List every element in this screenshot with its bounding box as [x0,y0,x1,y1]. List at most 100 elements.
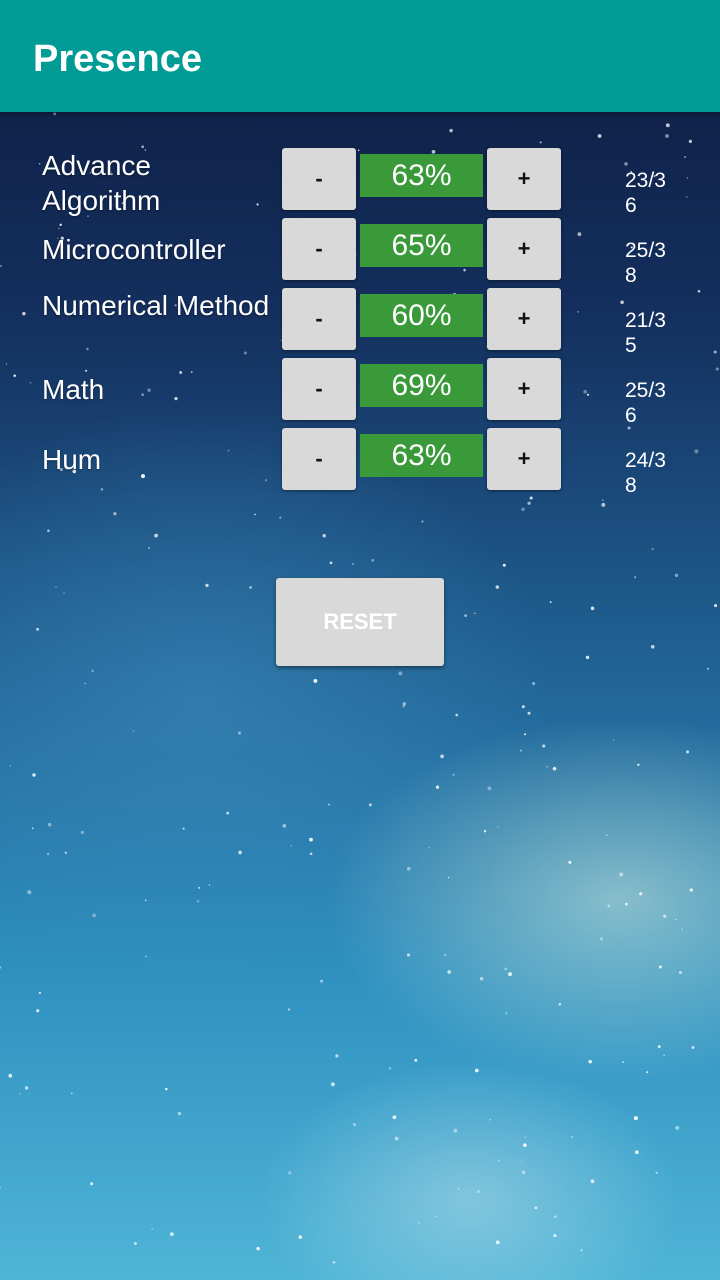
increment-button[interactable]: + [487,288,561,350]
subject-row-numerical-method: Numerical Method - 60% + 21/35 [0,288,720,357]
star [706,667,709,670]
reset-button[interactable]: RESET [276,578,444,666]
star [332,1261,336,1264]
star [474,1068,479,1073]
star [524,1136,526,1138]
increment-button[interactable]: + [487,428,561,490]
star [688,139,693,144]
star [46,852,50,856]
star [177,1111,182,1116]
star [521,705,525,709]
star [238,731,241,735]
attendance-ratio: 21/35 [625,309,666,357]
star [523,1143,527,1147]
star [633,1116,638,1121]
decrement-button[interactable]: - [282,288,356,350]
star [679,971,682,974]
star [91,669,94,673]
star [328,803,330,806]
decrement-button[interactable]: - [282,218,356,280]
star [9,765,11,767]
star [646,1071,649,1074]
star [64,851,67,854]
star [254,513,256,516]
star [504,967,508,971]
star [714,604,718,608]
increment-button[interactable]: + [487,358,561,420]
star [24,1086,29,1090]
star [47,822,52,827]
star [532,682,536,686]
star [447,970,452,974]
star [452,773,455,777]
star [27,890,32,895]
star [440,754,445,759]
star [497,826,499,828]
star [371,559,375,562]
star [205,583,209,588]
decrement-button[interactable]: - [282,148,356,210]
increment-button[interactable]: + [487,218,561,280]
star [607,904,611,908]
attendance-percent: 69% [360,364,483,407]
star [495,1240,500,1245]
star [464,614,467,617]
attendance-ratio: 25/36 [625,379,666,427]
star [0,1186,1,1189]
star [665,123,670,128]
star [352,1123,357,1127]
star [90,1182,94,1186]
subject-row-advance-algorithm: Advance Algorithm - 63% + 23/36 [0,148,720,217]
attendance-percent: 65% [360,224,483,267]
star [435,785,440,789]
star [36,627,39,631]
star [70,1092,73,1095]
star [663,1054,665,1056]
star [402,702,406,706]
star [313,678,318,683]
attendance-ratio: 23/36 [625,169,666,217]
star [477,1190,480,1193]
star [38,991,42,995]
star [613,739,615,741]
star [113,512,117,516]
subject-row-hum: Hum - 63% + 24/38 [0,428,720,497]
star [182,827,185,830]
star [453,1128,458,1133]
star [622,1061,624,1063]
decrement-button[interactable]: - [282,358,356,420]
star [320,979,324,983]
subject-name: Numerical Method [42,290,270,321]
star [675,1125,680,1130]
star [489,1118,492,1121]
star [398,671,403,676]
star [539,141,542,144]
star [527,711,531,715]
attendance-ratio: 24/38 [625,449,666,497]
increment-button[interactable]: + [487,148,561,210]
star [238,850,242,855]
star [329,561,333,565]
star [639,892,643,896]
star [368,803,372,807]
star [151,1228,153,1230]
star [487,786,492,791]
star [568,860,572,864]
star [309,852,313,856]
decrement-button[interactable]: - [282,428,356,490]
star [428,847,430,849]
star [674,573,679,577]
star [498,1159,500,1162]
star [585,655,590,660]
star [508,972,512,977]
star [249,586,252,589]
star [686,750,690,754]
star [196,900,200,903]
subject-name: Hum [42,444,102,475]
star [447,876,450,879]
subject-row-math: Math - 69% + 25/36 [0,358,720,427]
star [457,1188,460,1190]
star [144,955,148,958]
star [552,766,557,771]
star [558,1003,562,1006]
